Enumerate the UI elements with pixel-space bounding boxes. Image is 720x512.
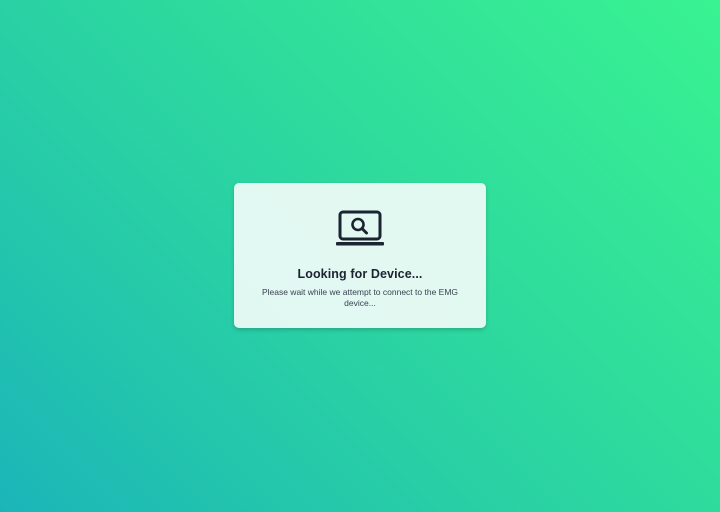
dialog-message: Please wait while we attempt to connect … (261, 287, 459, 308)
dialog-title: Looking for Device... (297, 267, 423, 281)
laptop-search-icon (336, 210, 384, 248)
connection-status-dialog: Looking for Device... Please wait while … (234, 183, 486, 328)
